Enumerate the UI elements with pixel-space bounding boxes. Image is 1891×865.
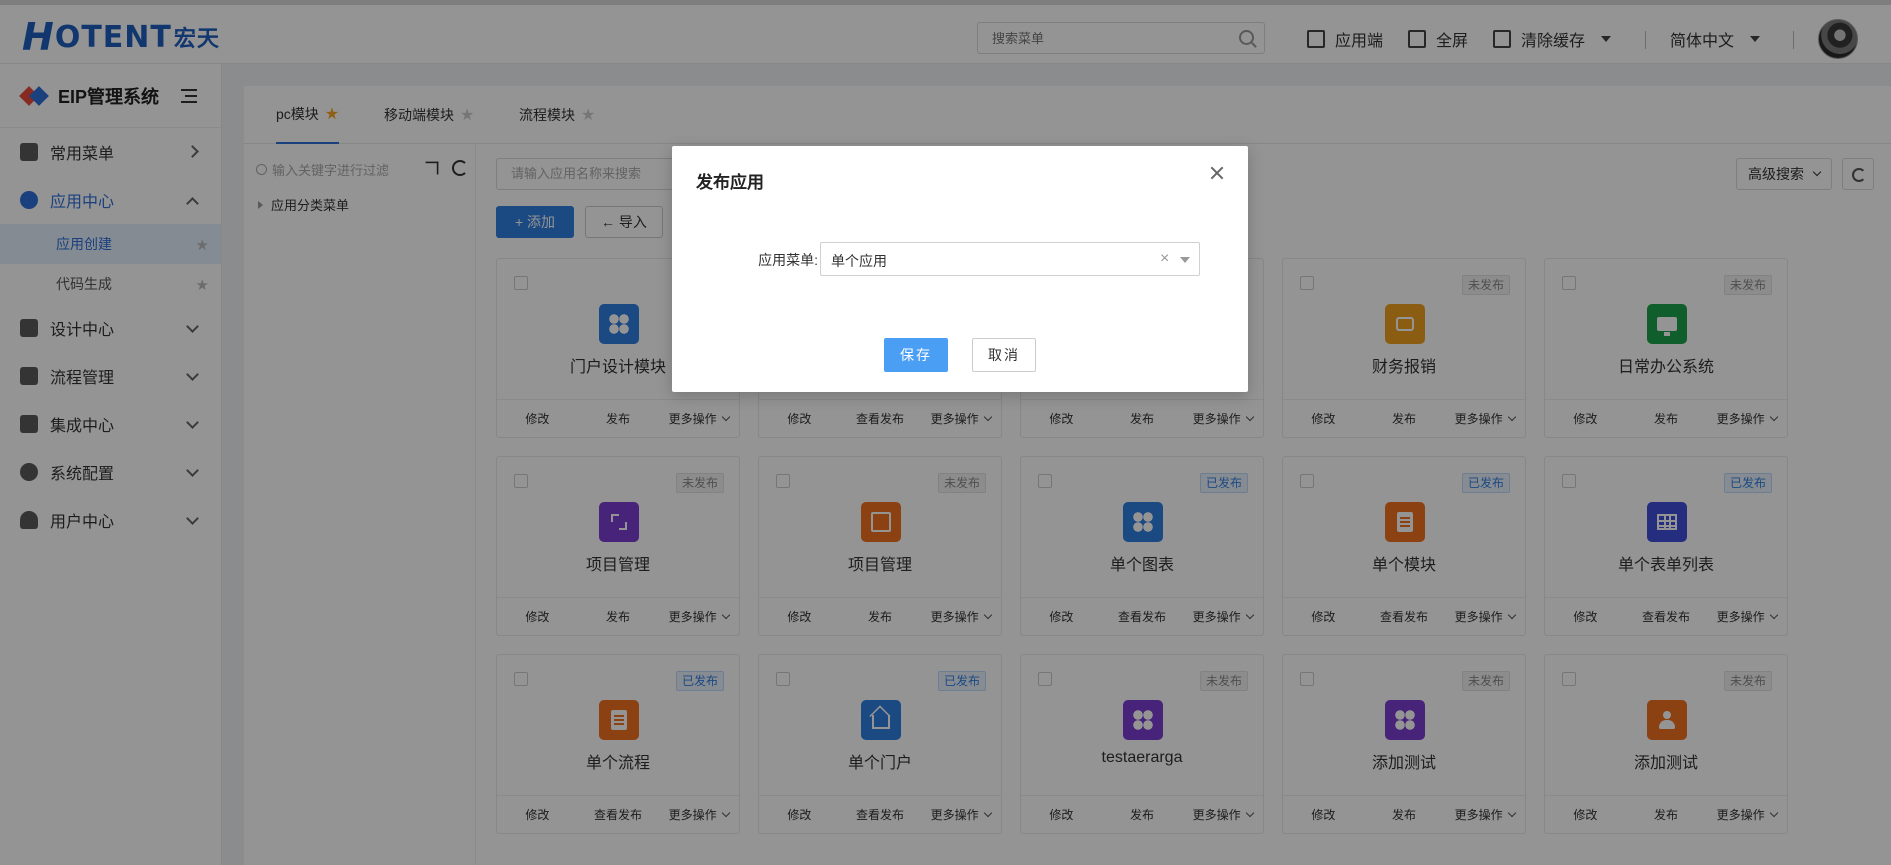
publish-app-dialog: 发布应用 应用菜单: 单个应用 × 保存 取消 (672, 146, 1248, 392)
cancel-button[interactable]: 取消 (972, 338, 1036, 372)
modal-mask[interactable] (0, 0, 1891, 865)
close-icon[interactable] (1210, 166, 1224, 180)
save-button[interactable]: 保存 (884, 338, 948, 372)
app-menu-select[interactable]: 单个应用 × (820, 242, 1200, 276)
app-menu-label: 应用菜单: (758, 252, 818, 268)
dialog-title: 发布应用 (696, 173, 764, 192)
clear-icon[interactable]: × (1160, 250, 1169, 268)
chevron-down-icon[interactable] (1180, 257, 1190, 263)
